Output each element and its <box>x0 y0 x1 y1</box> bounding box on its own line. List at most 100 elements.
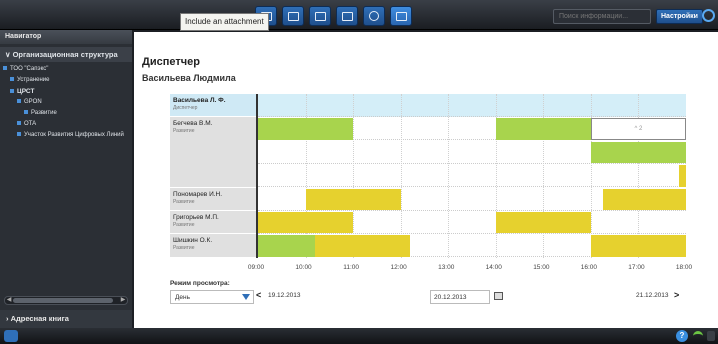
resource-row[interactable]: Григорьев М.П. Развитие <box>170 211 256 235</box>
next-day-button[interactable]: > <box>674 290 679 300</box>
resource-column: Васильева Л. Ф. Диспетчер Бегчева В.М. Разв… <box>170 94 256 258</box>
hour-gridline <box>448 94 450 258</box>
tree-item[interactable]: GPON <box>0 97 132 108</box>
power-icon[interactable] <box>702 9 715 22</box>
tree-item[interactable]: Развитие <box>0 108 132 119</box>
hour-label: 12:00 <box>390 264 407 271</box>
tray-icon <box>707 331 715 341</box>
tree-item[interactable]: ТОО "Сапэкс" <box>0 64 132 75</box>
hour-label: 18:00 <box>675 264 693 271</box>
timeline-row[interactable] <box>258 164 686 188</box>
hour-label: 17:00 <box>628 264 645 271</box>
tree-node-icon <box>3 66 7 71</box>
tree-item[interactable]: ОТА <box>0 119 132 130</box>
dropdown-arrow-icon[interactable] <box>242 294 250 300</box>
next-date-label[interactable]: 21.12.2013 <box>636 292 669 299</box>
hour-label: 10:00 <box>295 264 312 271</box>
top-bar: Include an attachment Настройки <box>0 0 718 31</box>
contact-card-icon[interactable] <box>390 6 412 26</box>
timeline: ^ 2 <box>256 94 686 258</box>
bottom-bar: ? <box>0 328 718 344</box>
help-icon[interactable]: ? <box>676 330 688 342</box>
sidebar: Навигатор ∨ Организационная структура ТО… <box>0 30 132 328</box>
tree-item-label: ЦРСТ <box>17 88 35 95</box>
tooltip: Include an attachment <box>180 13 269 31</box>
tree-node-icon <box>10 77 14 82</box>
schedule-event[interactable] <box>590 141 686 164</box>
tree-node-icon <box>17 99 21 104</box>
address-book-label: Адресная книга <box>10 314 69 323</box>
schedule-event[interactable] <box>495 118 591 140</box>
date-field[interactable] <box>430 290 490 304</box>
view-mode-select[interactable]: День <box>170 290 254 304</box>
document-icon[interactable] <box>282 6 304 26</box>
dashboard-icon[interactable] <box>363 6 385 26</box>
sidebar-scrollbar[interactable]: ◀ ▶ <box>4 296 128 305</box>
hour-label: 14:00 <box>485 264 502 271</box>
hour-label: 11:00 <box>343 264 360 271</box>
view-mode-value: День <box>175 294 190 301</box>
schedule-event[interactable] <box>590 235 686 257</box>
hour-gridline <box>400 94 402 258</box>
hour-label: 13:00 <box>438 264 455 271</box>
calendar-picker-icon[interactable] <box>494 292 503 300</box>
schedule-event[interactable] <box>495 212 591 234</box>
tree-node-icon <box>17 132 21 137</box>
org-structure-header[interactable]: ∨ Организационная структура <box>0 47 132 62</box>
navigator-header: Навигатор <box>0 30 132 44</box>
page-subtitle: Васильева Людмила <box>142 73 236 83</box>
schedule-event[interactable] <box>315 235 411 257</box>
database-icon[interactable] <box>309 6 331 26</box>
tree-item[interactable]: Устранение <box>0 75 132 86</box>
scroll-right-icon[interactable]: ▶ <box>119 297 127 304</box>
prev-date-label[interactable]: 19.12.2013 <box>268 292 301 299</box>
resource-role: Развитие <box>173 198 195 205</box>
schedule-event[interactable] <box>678 165 686 187</box>
schedule-event[interactable] <box>602 188 686 210</box>
tree-item-label: Развитие <box>31 110 57 116</box>
resource-row[interactable]: Бегчева В.М. Развитие <box>170 117 256 188</box>
tree-item-label: Участок Развития Цифровых Линий <box>24 132 124 138</box>
settings-button[interactable]: Настройки <box>656 9 703 24</box>
tree-node-icon <box>10 89 14 94</box>
resource-row[interactable]: Васильева Л. Ф. Диспетчер <box>170 94 256 118</box>
schedule-event[interactable] <box>258 235 316 257</box>
tree-item[interactable]: Участок Развития Цифровых Линий <box>0 130 132 141</box>
hour-axis: 09:00 10:00 11:00 12:00 13:00 14:00 15:00 16:00… <box>248 264 696 274</box>
resource-name: Григорьев М.П. <box>173 214 219 221</box>
schedule-event[interactable] <box>258 118 354 140</box>
org-structure-label: Организационная структура <box>12 50 118 59</box>
signal-icon <box>693 331 703 341</box>
main-panel: Диспетчер Васильева Людмила Васильева Л.… <box>134 32 718 328</box>
timeline-row[interactable] <box>258 94 686 117</box>
resource-role: Развитие <box>173 222 195 228</box>
schedule-grid: Васильева Л. Ф. Диспетчер Бегчева В.М. Разв… <box>170 94 686 258</box>
chart-icon[interactable] <box>336 6 358 26</box>
tree-item[interactable]: ЦРСТ <box>0 86 132 97</box>
home-icon[interactable] <box>4 330 18 342</box>
tree-node-icon <box>17 121 21 126</box>
hour-gridline <box>353 94 355 258</box>
resource-role: Диспетчер <box>173 105 198 111</box>
prev-day-button[interactable]: < <box>256 290 261 300</box>
tree-item-label: ТОО "Сапэкс" <box>10 66 49 72</box>
search-input[interactable] <box>553 9 651 24</box>
chevron-down-icon: ∨ <box>5 50 13 59</box>
address-book-header[interactable]: › Адресная книга <box>0 310 132 328</box>
hour-label: 15:00 <box>533 264 550 271</box>
resource-name: Пономарев И.Н. <box>173 190 223 198</box>
tree-item-label: Устранение <box>17 77 50 83</box>
org-tree: ТОО "Сапэкс" Устранение ЦРСТ GPON Развитие ОТ… <box>0 62 132 141</box>
toolbar-icons <box>255 6 417 26</box>
schedule-event[interactable] <box>258 212 354 234</box>
more-events-indicator[interactable]: ^ 2 <box>590 118 686 140</box>
schedule-event[interactable] <box>305 188 401 210</box>
scroll-left-icon[interactable]: ◀ <box>5 297 13 304</box>
resource-role: Развитие <box>173 128 195 135</box>
resource-name: Бегчева В.М. <box>173 120 213 128</box>
resource-name: Васильева Л. Ф. <box>173 97 226 104</box>
scrollbar-thumb[interactable] <box>13 298 113 303</box>
tree-node-icon <box>24 110 28 115</box>
resource-row[interactable]: Пономарев И.Н. Развитие <box>170 188 256 211</box>
resource-row[interactable]: Шишкин О.К. Развитие <box>170 234 256 258</box>
